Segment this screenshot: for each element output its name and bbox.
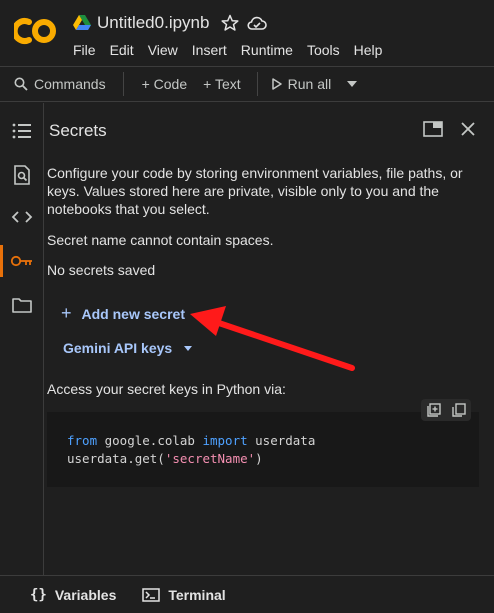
menu-tools[interactable]: Tools [307, 42, 340, 58]
panel-title: Secrets [49, 121, 107, 140]
secrets-panel: Secrets Configure your code by storing e… [45, 103, 494, 575]
files-button[interactable] [0, 287, 44, 323]
access-instructions: Access your secret keys in Python via: [47, 381, 286, 397]
menu-help[interactable]: Help [354, 42, 383, 58]
copy-icon [451, 403, 466, 417]
menu-bar: File Edit View Insert Runtime Tools Help [73, 42, 396, 58]
code-paren: ) [255, 451, 263, 466]
commands-label: Commands [34, 76, 106, 92]
add-new-secret-button[interactable]: + Add new secret [61, 303, 185, 324]
notebook-title[interactable]: Untitled0.ipynb [97, 13, 209, 33]
run-all-dropdown[interactable] [347, 81, 358, 87]
empty-state-text: No secrets saved [47, 262, 156, 278]
star-icon[interactable] [221, 14, 240, 32]
find-replace-button[interactable] [0, 157, 44, 193]
add-text-label: + Text [203, 76, 241, 92]
chevron-down-icon [184, 345, 193, 351]
drive-icon[interactable] [73, 15, 91, 31]
secrets-button[interactable] [0, 243, 44, 279]
gemini-api-keys-dropdown[interactable]: Gemini API keys [63, 340, 193, 356]
chevron-down-icon [347, 81, 358, 87]
menu-runtime[interactable]: Runtime [241, 42, 293, 58]
copy-code-button[interactable] [450, 401, 468, 419]
bottom-bar: {} Variables Terminal [0, 575, 494, 613]
notebook-toolbar: Commands + Code + Text Run all [0, 66, 494, 102]
code-module: google.colab [97, 433, 203, 448]
toolbar-divider [256, 72, 258, 96]
terminal-label: Terminal [168, 586, 226, 603]
secret-name-rule: Secret name cannot contain spaces. [47, 232, 274, 248]
gemini-api-keys-label: Gemini API keys [63, 340, 173, 356]
close-icon [461, 122, 475, 136]
run-all-label: Run all [287, 76, 332, 92]
terminal-icon [142, 587, 161, 602]
cloud-saved-icon[interactable] [247, 14, 268, 32]
code-keyword-from: from [67, 433, 98, 448]
code-call: userdata.get( [67, 451, 165, 466]
toc-icon [12, 123, 31, 139]
code-string: 'secretName' [164, 451, 256, 466]
open-in-tab-button[interactable] [421, 117, 445, 141]
insert-code-button[interactable] [425, 401, 443, 419]
search-icon [14, 77, 28, 91]
code-snippets-icon [11, 211, 33, 223]
plus-icon: + [61, 303, 72, 323]
code-snippets-button[interactable] [0, 199, 44, 235]
open-in-tab-icon [423, 121, 443, 137]
play-icon [271, 78, 282, 90]
app-header: Untitled0.ipynb File Edit View Insert Ru… [0, 0, 494, 66]
commands-button[interactable]: Commands [14, 76, 106, 92]
code-snippet: from google.colab import userdata userda… [47, 412, 479, 487]
add-code-label: + Code [141, 76, 188, 92]
close-panel-button[interactable] [456, 117, 480, 141]
menu-file[interactable]: File [73, 42, 96, 58]
menu-edit[interactable]: Edit [110, 42, 134, 58]
variables-label: Variables [54, 586, 117, 603]
find-icon [14, 165, 30, 185]
add-to-notebook-icon [426, 403, 441, 417]
code-actions [421, 399, 471, 421]
colab-logo[interactable] [14, 14, 58, 48]
menu-view[interactable]: View [148, 42, 178, 58]
code-keyword-import: import [202, 433, 248, 448]
add-new-secret-label: Add new secret [81, 305, 185, 322]
code-import-name: userdata [247, 433, 316, 448]
variables-icon: {} [30, 586, 47, 603]
add-code-button[interactable]: + Code [142, 76, 188, 92]
key-icon [10, 255, 32, 267]
terminal-button[interactable]: Terminal [142, 586, 226, 603]
secrets-description: Configure your code by storing environme… [47, 165, 463, 217]
side-rail [0, 103, 44, 575]
run-all-button[interactable]: Run all [271, 76, 332, 92]
folder-icon [12, 298, 32, 313]
variables-button[interactable]: {} Variables [30, 587, 116, 603]
table-of-contents-button[interactable] [0, 113, 44, 149]
toolbar-divider [122, 72, 124, 96]
menu-insert[interactable]: Insert [192, 42, 227, 58]
add-text-button[interactable]: + Text [203, 76, 241, 92]
code-text: from google.colab import userdata userda… [67, 432, 315, 468]
